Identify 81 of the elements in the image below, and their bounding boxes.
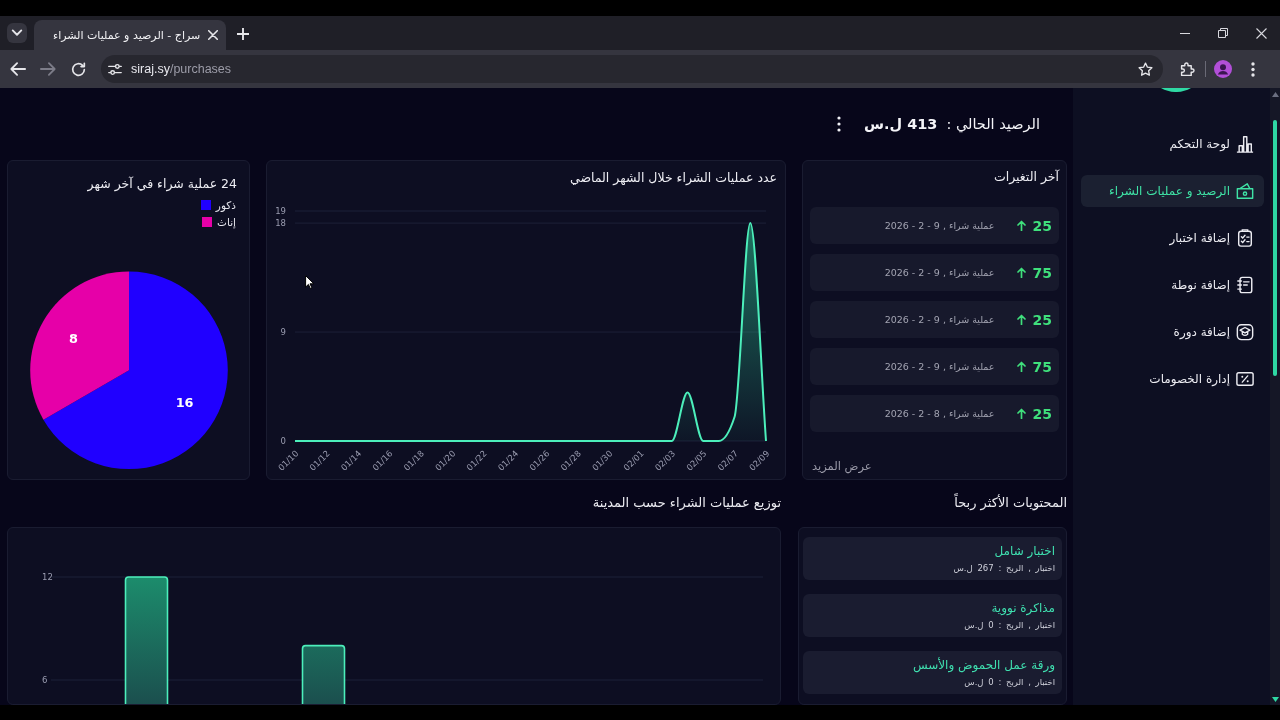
content-meta: اختبار , الربح : 0 ل.س [964,620,1055,630]
browser-tab[interactable]: سراج - الرصيد و عمليات الشراء [34,20,226,50]
axis-tick-label: 19 [275,206,286,216]
card-title: آخر التغيرات [992,168,1059,186]
change-description: عملية شراء , 9 - 2 - 2026 [884,314,995,325]
sidebar-item[interactable]: إضافة دورة [1081,316,1264,348]
scrollbar[interactable] [1270,88,1280,705]
scroll-down-icon[interactable] [1271,697,1279,702]
notebook-icon [1236,276,1254,294]
section-title: المحتويات الأكثر ربحاً [953,492,1067,513]
axis-tick-label: 18 [275,218,286,229]
change-description: عملية شراء , 9 - 2 - 2026 [884,220,995,231]
content-title: اختبار شامل [994,543,1055,560]
chart-title: عدد عمليات الشراء خلال الشهر الماضي [569,169,778,187]
show-more-link[interactable]: عرض المزيد [812,459,872,473]
arrow-up-icon [1016,408,1026,419]
amount-text: 25 [1032,217,1052,234]
content-title: مذاكرة نووية [991,600,1055,617]
content-title: ورقة عمل الحموض والأسس [912,656,1055,674]
plus-icon [237,28,249,40]
more-options-icon [837,116,841,132]
content-card[interactable]: اختبار شامل اختبار , الربح : 267 ل.س [803,537,1062,580]
wallet-icon [1236,182,1254,200]
discount-ticket-icon [1236,370,1254,388]
slice-value-label: 16 [175,395,194,411]
sidebar-item[interactable]: إضافة نوطة [1081,269,1264,301]
checklist-icon [1236,229,1254,247]
tab-search-button[interactable] [7,23,27,43]
avatar-icon [1214,60,1232,78]
change-description: عملية شراء , 9 - 2 - 2026 [884,361,995,372]
axis-tick-label: 9 [280,327,286,338]
sidebar-item[interactable]: لوحة التحكم [1081,128,1264,160]
logo-icon [1161,88,1191,92]
close-icon [1255,27,1267,39]
bar [301,644,346,704]
sidebar-item[interactable]: الرصيد و عمليات الشراء [1081,175,1264,207]
close-tab-button[interactable] [208,28,219,42]
arrow-up-icon [1016,220,1026,231]
axis-tick-label: 0 [280,436,286,446]
chart-title: 24 عملية شراء في آخر شهر [86,175,238,193]
content-meta: اختبار , الربح : 267 ل.س [953,563,1055,573]
bar-chart-icon [1236,135,1254,153]
balance-label: الرصيد الحالي : [946,116,1040,132]
amount-text: 25 [1032,405,1052,422]
legend-label: ذكور [215,198,236,212]
address-bar[interactable]: siraj.sy/purchases [101,55,1163,83]
back-arrow-icon [10,61,26,77]
change-description: عملية شراء , 9 - 2 - 2026 [884,267,995,278]
graduation-cap-icon [1236,323,1254,341]
more-options-icon [1251,61,1255,77]
balance-value: 413 ل.س [864,116,938,132]
sidebar-item[interactable]: إضافة اختبار [1081,222,1264,254]
chart-title: توزيع عمليات الشراء حسب المدينة [591,494,781,513]
amount-text: 25 [1032,311,1052,328]
change-description: عملية شراء , 8 - 2 - 2026 [884,408,995,419]
minimize-icon [1180,32,1190,34]
axis-tick-label: 12 [42,572,53,582]
reload-icon [70,61,86,77]
legend-label: إناث [217,215,236,229]
amount-text: 75 [1032,264,1052,281]
content-card[interactable]: ورقة عمل الحموض والأسس اختبار , الربح : 0 ل.س [803,651,1062,694]
amount-text: 75 [1032,358,1052,375]
arrow-up-icon [1016,267,1026,278]
url-text[interactable]: siraj.sy/purchases [131,62,1133,76]
axis-tick-label: 6 [42,675,48,685]
sidebar-item[interactable]: إدارة الخصومات [1081,363,1264,395]
scroll-up-icon[interactable] [1271,92,1279,97]
content-card[interactable]: مذاكرة نووية اختبار , الربح : 0 ل.س [803,594,1062,637]
close-icon [208,30,219,40]
arrow-up-icon [1016,314,1026,325]
mouse-pointer-icon [305,275,314,289]
content-meta: اختبار , الربح : 0 ل.س [964,677,1055,687]
tune-icon [108,62,122,76]
forward-arrow-icon [40,61,56,77]
puzzle-icon [1180,61,1196,77]
slice-value-label: 8 [68,331,78,347]
star-icon [1137,61,1153,77]
tab-title: سراج - الرصيد و عمليات الشراء [53,28,201,42]
arrow-up-icon [1016,361,1026,372]
restore-icon [1218,28,1228,38]
scrollbar-thumb[interactable] [1273,120,1277,376]
